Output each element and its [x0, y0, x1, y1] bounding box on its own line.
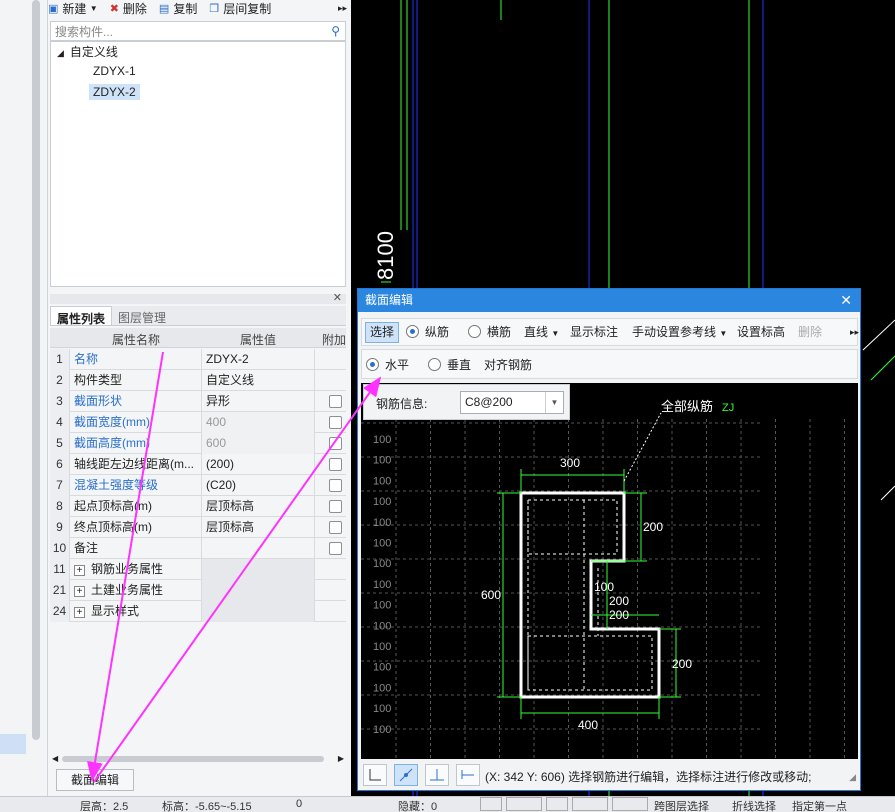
annotation-arrows — [87, 351, 382, 783]
status-icon[interactable] — [546, 797, 568, 811]
arrow-line — [93, 376, 382, 783]
status-icon[interactable] — [612, 797, 648, 811]
polyline-select-button[interactable]: 折线选择 — [732, 798, 776, 812]
cross-floor-select-button[interactable]: 跨图层选择 — [654, 798, 709, 812]
status-icon[interactable] — [506, 797, 542, 811]
app-status-bar: 层高：2.5 标高：-5.65~-5.15 0 隐藏：0 跨图层选择 折线选择 … — [0, 796, 895, 812]
arrow-line — [87, 351, 164, 782]
status-icon[interactable] — [572, 797, 608, 811]
status-icon[interactable] — [480, 797, 502, 811]
